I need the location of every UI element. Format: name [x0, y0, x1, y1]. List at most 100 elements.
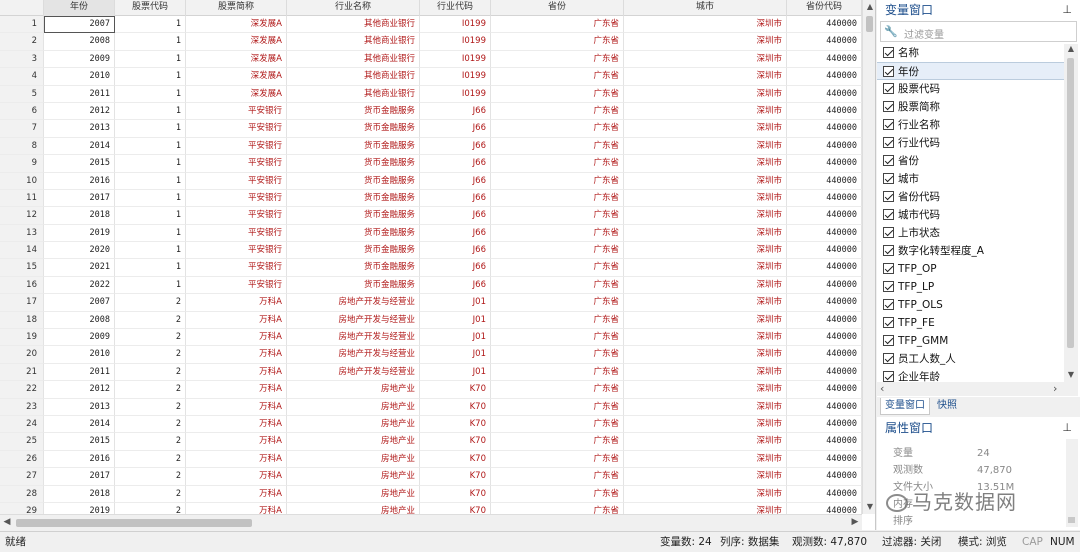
table-cell[interactable]: 深发展A — [186, 68, 287, 86]
table-cell[interactable]: 深圳市 — [624, 398, 787, 416]
arrow-left-icon[interactable]: ◀ — [0, 515, 14, 530]
row-number[interactable]: 15 — [0, 259, 44, 277]
row-number[interactable]: 6 — [0, 102, 44, 121]
row-number[interactable]: 25 — [0, 433, 44, 451]
table-cell[interactable]: 440000 — [787, 224, 862, 243]
table-cell[interactable]: 深圳市 — [624, 68, 787, 86]
table-row[interactable]: 17 2007 2 万科A 房地产开发与经营业 J01 广东省 深圳市 440000 — [0, 294, 862, 312]
table-row[interactable]: 10 2016 1 平安银行 货币金融服务 J66 广东省 深圳市 440000 — [0, 172, 862, 190]
table-cell[interactable]: 房地产业 — [287, 398, 420, 416]
variable-item[interactable]: TFP_OP — [877, 260, 1064, 278]
table-cell[interactable]: 1 — [115, 155, 186, 173]
table-cell[interactable]: 2013 — [44, 120, 115, 138]
table-cell[interactable]: 440000 — [787, 415, 862, 434]
table-cell[interactable]: 1 — [115, 120, 186, 138]
table-cell[interactable]: 440000 — [787, 294, 862, 312]
table-cell[interactable]: 房地产开发与经营业 — [287, 311, 420, 330]
table-cell[interactable]: 广东省 — [491, 189, 624, 208]
table-cell[interactable]: 广东省 — [491, 485, 624, 503]
table-cell[interactable]: 2010 — [44, 68, 115, 86]
table-cell[interactable]: 440000 — [787, 276, 862, 295]
table-cell[interactable]: 深圳市 — [624, 276, 787, 295]
checkbox-icon[interactable] — [883, 317, 894, 328]
table-cell[interactable]: 广东省 — [491, 398, 624, 416]
table-cell[interactable]: 万科A — [186, 329, 287, 347]
variable-list[interactable]: 名称 年份 股票代码 股票简称 行业名称 行业代码 省份 城市 省份代码 城市代码 上市状态 数字化… — [877, 44, 1064, 382]
table-cell[interactable]: 深发展A — [186, 50, 287, 69]
variable-item[interactable]: 股票简称 — [877, 98, 1064, 116]
table-cell[interactable]: 2018 — [44, 207, 115, 225]
table-cell[interactable]: 深圳市 — [624, 224, 787, 243]
table-cell[interactable]: K70 — [420, 485, 491, 503]
table-cell[interactable]: 2016 — [44, 450, 115, 469]
table-cell[interactable]: 2 — [115, 346, 186, 364]
table-cell[interactable]: 万科A — [186, 398, 287, 416]
table-cell[interactable]: 深圳市 — [624, 346, 787, 364]
table-cell[interactable]: 2018 — [44, 485, 115, 503]
scroll-thumb[interactable] — [866, 16, 873, 32]
table-cell[interactable]: 440000 — [787, 16, 862, 34]
table-cell[interactable]: 货币金融服务 — [287, 276, 420, 295]
table-row[interactable]: 26 2016 2 万科A 房地产业 K70 广东省 深圳市 440000 — [0, 450, 862, 469]
table-row[interactable]: 13 2019 1 平安银行 货币金融服务 J66 广东省 深圳市 440000 — [0, 224, 862, 243]
variable-item[interactable]: TFP_FE — [877, 314, 1064, 332]
table-cell[interactable]: K70 — [420, 468, 491, 486]
table-cell[interactable]: 其他商业银行 — [287, 68, 420, 86]
column-header[interactable]: 股票简称 — [186, 0, 287, 16]
table-cell[interactable]: 广东省 — [491, 311, 624, 330]
table-row[interactable]: 2 2008 1 深发展A 其他商业银行 I0199 广东省 深圳市 440000 — [0, 33, 862, 51]
table-cell[interactable]: I0199 — [420, 50, 491, 69]
checkbox-icon[interactable] — [883, 281, 894, 292]
table-row[interactable]: 8 2014 1 平安银行 货币金融服务 J66 广东省 深圳市 440000 — [0, 137, 862, 156]
table-cell[interactable]: 平安银行 — [186, 242, 287, 260]
table-cell[interactable]: 1 — [115, 242, 186, 260]
table-cell[interactable]: 广东省 — [491, 50, 624, 69]
arrow-up-icon[interactable]: ▲ — [863, 0, 875, 14]
row-number[interactable]: 12 — [0, 207, 44, 225]
table-cell[interactable]: 万科A — [186, 363, 287, 382]
table-cell[interactable]: 其他商业银行 — [287, 85, 420, 103]
table-cell[interactable]: 1 — [115, 276, 186, 295]
table-cell[interactable]: 440000 — [787, 33, 862, 51]
table-cell[interactable]: 广东省 — [491, 433, 624, 451]
variable-item[interactable]: 城市 — [877, 170, 1064, 188]
table-row[interactable]: 15 2021 1 平安银行 货币金融服务 J66 广东省 深圳市 440000 — [0, 259, 862, 277]
table-cell[interactable]: 深圳市 — [624, 294, 787, 312]
row-number[interactable]: 19 — [0, 329, 44, 347]
table-cell[interactable]: 广东省 — [491, 120, 624, 138]
table-cell[interactable]: 1 — [115, 172, 186, 190]
table-cell[interactable]: 440000 — [787, 259, 862, 277]
table-cell[interactable]: 深圳市 — [624, 468, 787, 486]
table-cell[interactable]: J66 — [420, 224, 491, 243]
table-cell[interactable]: 2019 — [44, 224, 115, 243]
table-cell[interactable]: 平安银行 — [186, 102, 287, 121]
table-cell[interactable]: 广东省 — [491, 329, 624, 347]
row-number[interactable]: 1 — [0, 16, 44, 34]
arrow-left-icon[interactable]: ‹ — [880, 382, 884, 395]
table-cell[interactable]: 广东省 — [491, 207, 624, 225]
table-cell[interactable]: 广东省 — [491, 242, 624, 260]
checkbox-icon[interactable] — [883, 371, 894, 382]
table-cell[interactable]: 广东省 — [491, 68, 624, 86]
table-cell[interactable]: 万科A — [186, 433, 287, 451]
table-cell[interactable]: 深圳市 — [624, 172, 787, 190]
table-cell[interactable]: J01 — [420, 329, 491, 347]
table-cell[interactable]: 440000 — [787, 381, 862, 399]
row-number[interactable]: 13 — [0, 224, 44, 243]
table-cell[interactable]: I0199 — [420, 85, 491, 103]
table-cell[interactable]: 1 — [115, 102, 186, 121]
table-cell[interactable]: J01 — [420, 363, 491, 382]
table-cell[interactable]: 2012 — [44, 381, 115, 399]
table-cell[interactable]: 其他商业银行 — [287, 50, 420, 69]
table-cell[interactable]: 2021 — [44, 259, 115, 277]
table-cell[interactable]: 房地产业 — [287, 502, 420, 514]
variable-item[interactable]: 企业年龄 — [877, 368, 1064, 382]
table-cell[interactable]: 深圳市 — [624, 33, 787, 51]
table-cell[interactable]: K70 — [420, 433, 491, 451]
table-cell[interactable]: J66 — [420, 137, 491, 156]
table-cell[interactable]: 440000 — [787, 346, 862, 364]
checkbox-icon[interactable] — [883, 299, 894, 310]
table-cell[interactable]: 万科A — [186, 468, 287, 486]
table-cell[interactable]: 2007 — [44, 16, 115, 34]
grid-horizontal-scrollbar[interactable]: ◀ ▶ — [0, 514, 862, 530]
